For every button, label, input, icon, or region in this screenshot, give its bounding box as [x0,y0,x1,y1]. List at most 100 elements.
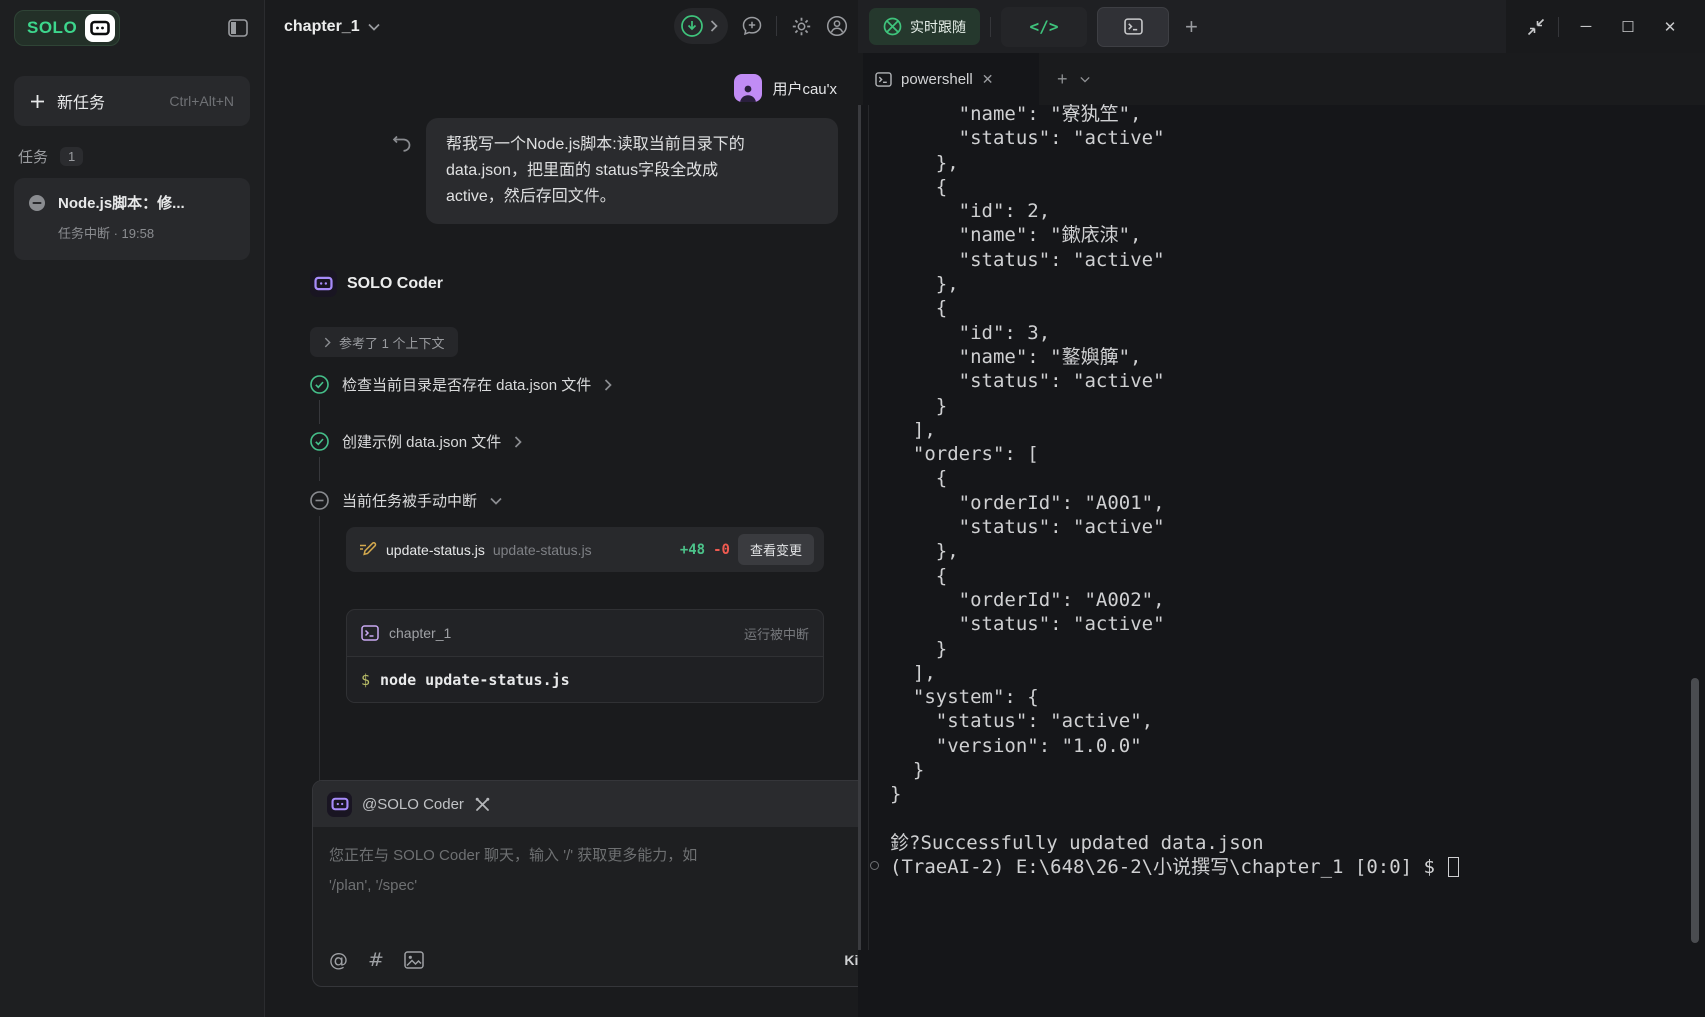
retry-message-button[interactable] [392,134,412,152]
step-create-data-json[interactable]: 创建示例 data.json 文件 [310,431,522,452]
plus-icon [30,94,45,109]
maximize-button[interactable]: ☐ [1613,12,1643,42]
chat-panel: chapter_1 用户cau'x [266,0,857,1017]
prompt-dollar: $ [361,671,370,689]
step-task-interrupted[interactable]: 当前任务被手动中断 [310,490,502,511]
solo-coder-icon [310,270,337,297]
attach-image-button[interactable] [404,951,424,969]
new-task-button[interactable]: 新任务 Ctrl+Alt+N [14,76,250,126]
step-label: 当前任务被手动中断 [342,490,477,511]
step-label: 检查当前目录是否存在 data.json 文件 [342,374,591,395]
user-name: 用户cau'x [772,78,837,99]
terminal-icon [1124,18,1143,35]
prompt-marker-icon [870,861,879,870]
interrupted-circle-icon [28,194,46,212]
tasks-count-badge: 1 [60,147,83,166]
changed-file-name: update-status.js [386,542,485,558]
tools-icon[interactable] [474,796,491,813]
task-sidebar: SOLO 新任务 Ctrl+Alt+N 任务 1 Node.js脚本：修... … [0,0,265,1017]
add-view-button[interactable]: + [1185,14,1198,40]
minimize-button[interactable]: ─ [1571,12,1601,42]
undo-icon [392,134,412,152]
chevron-right-icon [604,379,612,391]
context-note: 参考了 1 个上下文 [339,333,444,352]
panel-splitter[interactable] [858,105,861,950]
live-follow-button[interactable]: 实时跟随 [869,8,980,45]
user-message-header: 用户cau'x [734,74,837,102]
terminal-panel: 实时跟随 </> + ─ ☐ ✕ powersh [858,0,1705,1017]
chevron-right-icon [514,436,522,448]
terminal-tabbar: powershell ✕ + [858,53,1705,105]
tasks-header: 任务 1 [18,146,83,167]
settings-button[interactable] [789,14,813,38]
tab-label: powershell [901,71,973,88]
new-terminal-button[interactable]: + [1057,69,1068,90]
account-button[interactable] [825,14,849,38]
step-connector [319,457,320,481]
live-follow-label: 实时跟随 [910,17,966,37]
app-window: SOLO 新任务 Ctrl+Alt+N 任务 1 Node.js脚本：修... … [0,0,1705,1017]
changed-file-path: update-status.js [493,542,672,558]
window-controls: ─ ☐ ✕ [1506,0,1705,53]
mention-button[interactable]: @ [329,949,348,971]
session-selector[interactable]: chapter_1 [284,18,380,36]
header-divider [776,16,777,36]
collapse-sidebar-icon[interactable] [226,16,250,40]
user-message-line: 帮我写一个Node.js脚本:读取当前目录下的 [446,132,818,158]
terminal-icon [875,72,892,87]
tab-powershell[interactable]: powershell ✕ [863,53,1039,105]
channel-button[interactable]: # [368,949,384,971]
live-follow-icon [883,17,902,36]
user-avatar [734,74,762,102]
terminal-output: "name": "寮犱笁", "status": "active" }, { "… [890,102,1670,855]
check-circle-icon [310,432,329,451]
code-view-button[interactable]: </> [1001,7,1087,47]
step-check-data-json[interactable]: 检查当前目录是否存在 data.json 文件 [310,374,612,395]
solo-logo: SOLO [14,10,120,46]
download-circle-icon [680,14,704,38]
task-title: Node.js脚本：修... [58,192,185,213]
chevron-down-icon [368,23,380,31]
context-reference-pill[interactable]: 参考了 1 个上下文 [310,327,458,357]
chat-plus-icon [741,15,763,37]
collapse-icon [1526,17,1546,37]
gear-icon [791,16,812,37]
assistant-header: SOLO Coder [310,270,443,297]
new-chat-button[interactable] [740,14,764,38]
terminal-command: node update-status.js [380,671,570,689]
terminal-prompt: (TraeAI-2) E:\648\26-2\小说撰写\chapter_1 [0… [890,855,1446,879]
terminal-card-header[interactable]: chapter_1 运行被中断 [347,610,823,657]
diff-added-count: +48 [680,542,705,558]
download-updates-button[interactable] [674,8,728,44]
close-button[interactable]: ✕ [1655,12,1685,42]
assistant-name: SOLO Coder [347,275,443,293]
chevron-down-icon [490,497,502,505]
user-message-bubble: 帮我写一个Node.js脚本:读取当前目录下的 data.json，把里面的 s… [426,118,838,224]
terminal-run-card: chapter_1 运行被中断 $ node update-status.js [346,609,824,703]
code-icon: </> [1030,17,1059,36]
terminal-view-button[interactable] [1097,7,1169,47]
terminal-toolbar: 实时跟随 </> + ─ ☐ ✕ [858,0,1705,53]
new-task-shortcut: Ctrl+Alt+N [169,93,234,109]
solo-logo-text: SOLO [27,18,77,38]
collapse-panel-button[interactable] [1526,17,1546,37]
close-tab-icon[interactable]: ✕ [982,71,994,88]
minus-circle-icon [310,491,329,510]
terminal-cursor [1448,857,1459,877]
new-task-label: 新任务 [57,89,105,113]
step-connector [319,400,320,424]
task-list-item[interactable]: Node.js脚本：修... 任务中断 · 19:58 [14,178,250,260]
terminal-card-command-row: $ node update-status.js [347,657,823,703]
terminal-scrollbar[interactable] [1691,678,1699,943]
chat-header-actions [674,8,849,44]
task-status: 任务中断 · 19:58 [58,223,236,242]
check-circle-icon [310,375,329,394]
toolbar-divider [990,17,991,37]
terminal-card-status: 运行被中断 [744,624,809,643]
file-change-card: update-status.js update-status.js +48 -0… [346,527,824,572]
image-icon [404,951,424,969]
user-message-line: active，然后存回文件。 [446,184,818,210]
view-changes-button[interactable]: 查看变更 [738,534,814,565]
chevron-down-icon[interactable] [1080,76,1090,83]
chevron-right-icon [710,20,718,32]
